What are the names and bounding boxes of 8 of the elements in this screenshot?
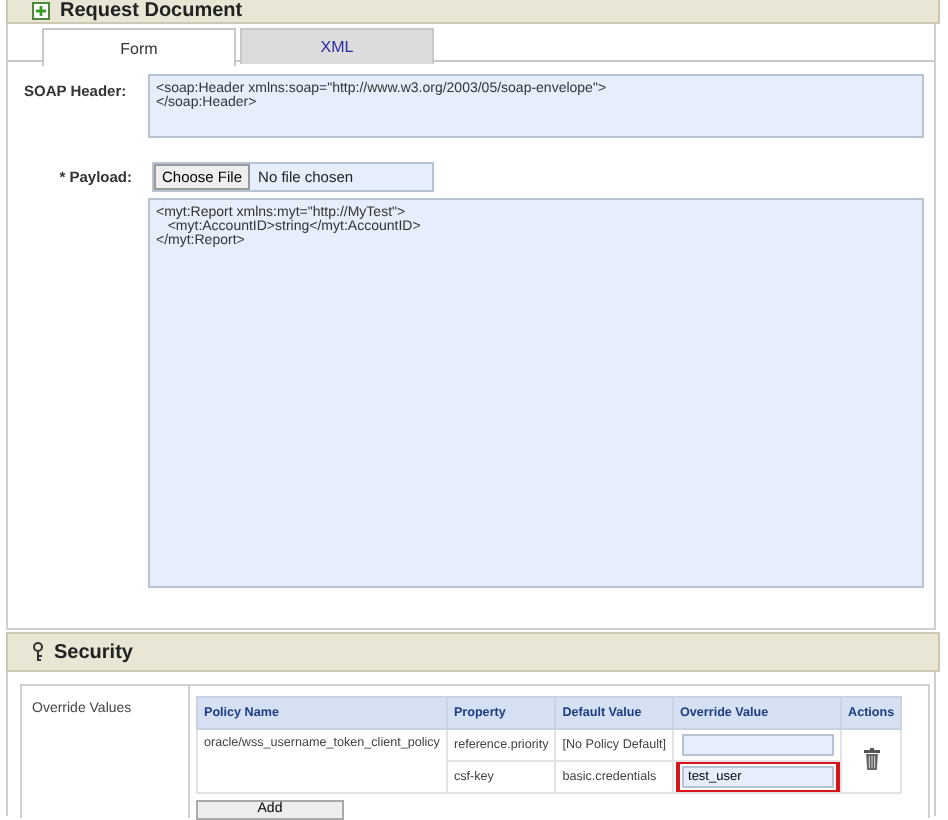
trash-icon[interactable] — [863, 748, 880, 770]
override-field[interactable] — [682, 734, 835, 756]
document-add-icon — [32, 2, 50, 20]
key-icon — [32, 642, 44, 662]
tab[interactable]: Form — [42, 28, 236, 66]
section-title: Security — [54, 641, 133, 663]
panel-title: Request Document — [60, 1, 243, 21]
tab[interactable]: XML — [240, 28, 434, 64]
